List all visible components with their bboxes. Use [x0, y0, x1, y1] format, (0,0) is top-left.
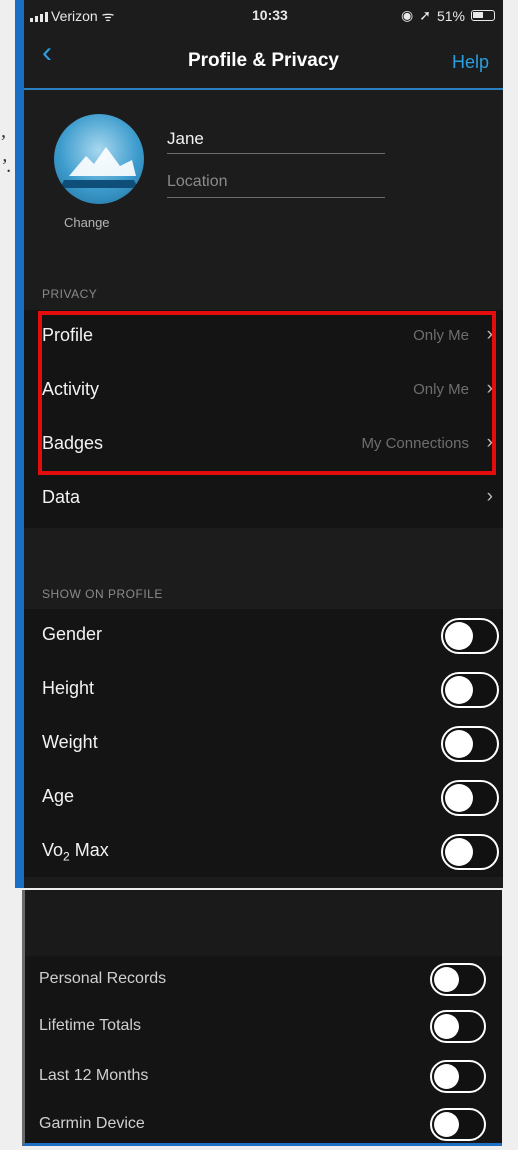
toggle-knob — [434, 1064, 459, 1089]
row-label: Personal Records — [39, 970, 167, 987]
row-label: Gender — [42, 624, 103, 644]
toggle-row-personal-records: Personal Records — [25, 958, 502, 1012]
location-field[interactable]: Location — [167, 173, 228, 191]
weight-toggle[interactable] — [441, 726, 499, 762]
garmin-device-toggle[interactable] — [430, 1108, 486, 1141]
location-arrow-icon: ➚ — [419, 7, 431, 23]
change-photo-button[interactable]: Change — [64, 215, 110, 230]
row-label: Last 12 Months — [39, 1067, 149, 1084]
alarm-icon: ◉ — [401, 7, 414, 23]
last-12-months-toggle[interactable] — [430, 1060, 486, 1093]
row-label: Lifetime Totals — [39, 1017, 141, 1034]
clock: 10:33 — [252, 7, 288, 23]
toggle-row-vo2-max: Vo2 Max — [24, 825, 503, 879]
toggle-knob — [445, 676, 473, 704]
signal-icon — [30, 12, 48, 23]
status-bar: Verizon ᯤ 10:33 ◉ ➚ 51% — [24, 0, 503, 30]
page-title: Profile & Privacy — [187, 50, 340, 71]
background-text-fragment: , — [1, 120, 6, 142]
toggle-row-garmin-device: Garmin Device — [25, 1102, 502, 1143]
row-label: Garmin Device — [39, 1115, 145, 1132]
toggle-knob — [434, 1112, 459, 1137]
row-label: Weight — [42, 732, 98, 752]
lifetime-totals-toggle[interactable] — [430, 1010, 486, 1043]
age-toggle[interactable] — [441, 780, 499, 816]
toggle-knob — [445, 784, 473, 812]
height-toggle[interactable] — [441, 672, 499, 708]
carrier: Verizon ᯤ — [30, 7, 114, 26]
navigation-bar: ‹ Profile & Privacy Help — [24, 30, 503, 90]
toggle-row-height: Height — [24, 663, 503, 717]
toggle-knob — [445, 622, 473, 650]
toggle-knob — [434, 967, 459, 992]
wifi-icon: ᯤ — [97, 8, 115, 24]
phone-screenshot-bottom: Personal Records Lifetime Totals Last 12… — [22, 890, 502, 1146]
divider — [167, 153, 385, 154]
toggle-knob — [445, 838, 473, 866]
row-label: Age — [42, 786, 75, 806]
battery-percent: 51% — [436, 7, 465, 24]
privacy-section-label: PRIVACY — [42, 287, 98, 301]
toggle-knob — [445, 730, 473, 758]
battery-icon — [471, 10, 495, 21]
row-label: Vo2 Max — [42, 840, 109, 864]
show-on-profile-section-label: SHOW ON PROFILE — [42, 587, 163, 601]
gender-toggle[interactable] — [441, 618, 499, 654]
phone-screenshot-top: Verizon ᯤ 10:33 ◉ ➚ 51% ‹ Profile & Priv… — [15, 0, 503, 888]
toggle-row-age: Age — [24, 771, 503, 825]
avatar[interactable] — [54, 114, 144, 204]
chevron-right-icon: › — [486, 486, 493, 507]
background-text-fragment: ’. — [0, 155, 12, 177]
toggle-row-lifetime-totals: Lifetime Totals — [25, 1006, 502, 1060]
privacy-row-data[interactable]: Data › — [24, 472, 503, 526]
red-highlight-box — [38, 311, 496, 475]
more-profile-list: Personal Records Lifetime Totals Last 12… — [25, 956, 502, 1143]
divider — [167, 197, 385, 198]
row-label: Data — [42, 487, 81, 507]
vo2-max-toggle[interactable] — [441, 834, 499, 870]
toggle-knob — [434, 1014, 459, 1039]
help-button[interactable]: Help — [452, 52, 489, 73]
toggle-row-weight: Weight — [24, 717, 503, 771]
toggle-row-last-12-months: Last 12 Months — [25, 1054, 502, 1108]
show-on-profile-list: Gender Height Weight Age Vo2 Max — [24, 609, 503, 877]
row-label: Height — [42, 678, 95, 698]
name-field[interactable]: Jane — [167, 129, 204, 149]
toggle-row-gender: Gender — [24, 609, 503, 663]
personal-records-toggle[interactable] — [430, 963, 486, 996]
